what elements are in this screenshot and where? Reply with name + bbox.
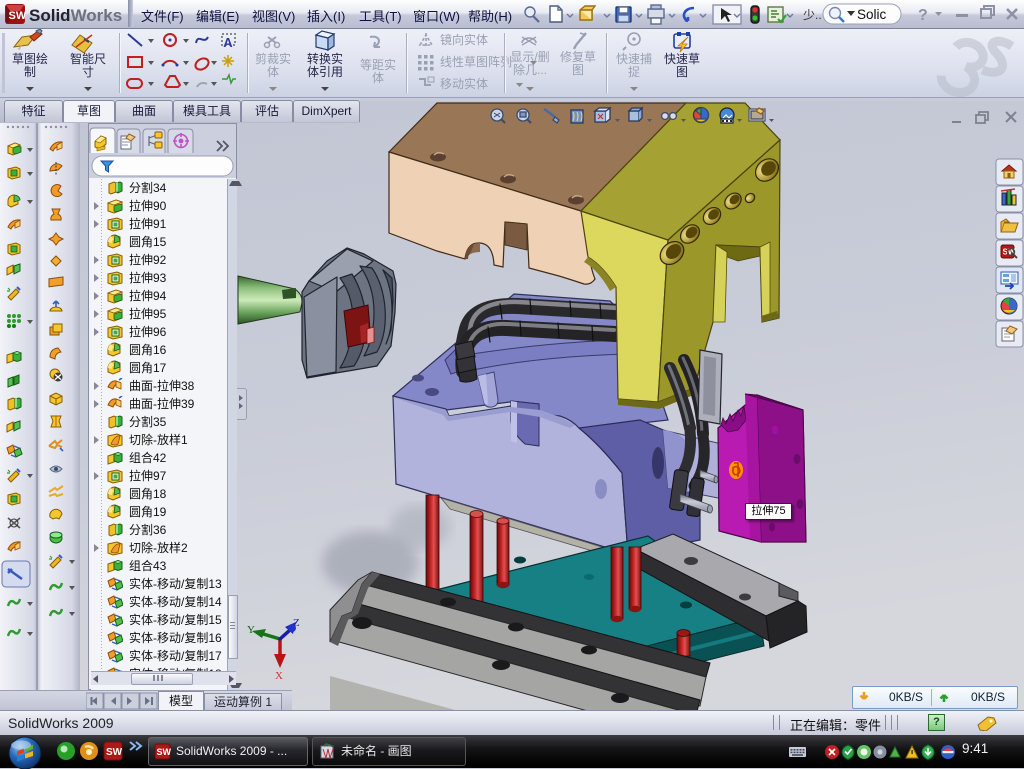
svg-text:图: 图 bbox=[676, 65, 688, 79]
svg-text:捉: 捉 bbox=[628, 64, 640, 79]
svg-text:寸: 寸 bbox=[82, 65, 94, 79]
svg-text:显示/删: 显示/删 bbox=[510, 50, 549, 64]
svg-text:少..: 少.. bbox=[803, 8, 822, 22]
svg-text:线性草图阵列: 线性草图阵列 bbox=[440, 55, 512, 69]
svg-text:SolidWorks: SolidWorks bbox=[29, 6, 122, 25]
svg-text:X: X bbox=[275, 670, 283, 682]
svg-text:SW: SW bbox=[106, 747, 123, 758]
svg-text:Solic: Solic bbox=[857, 7, 887, 22]
svg-text:转换实: 转换实 bbox=[307, 51, 343, 66]
svg-text:SW: SW bbox=[9, 10, 27, 22]
svg-text:快速捕: 快速捕 bbox=[616, 51, 652, 66]
svg-text:草图绘: 草图绘 bbox=[12, 51, 48, 66]
svg-text:体引用: 体引用 bbox=[307, 65, 343, 79]
svg-text:除几...: 除几... bbox=[513, 62, 547, 77]
svg-text:体: 体 bbox=[267, 65, 279, 79]
svg-text:体: 体 bbox=[372, 71, 384, 85]
svg-text:智能尺: 智能尺 bbox=[70, 51, 106, 66]
svg-text:Y: Y bbox=[247, 624, 255, 636]
svg-text:修复草: 修复草 bbox=[560, 49, 596, 64]
svg-text:剪裁实: 剪裁实 bbox=[255, 51, 291, 66]
svg-text:图: 图 bbox=[572, 63, 584, 77]
svg-text:A: A bbox=[223, 35, 233, 50]
svg-text:制: 制 bbox=[24, 65, 36, 79]
svg-text:?: ? bbox=[918, 7, 928, 24]
svg-text:镜向实体: 镜向实体 bbox=[440, 32, 488, 47]
svg-text:SW: SW bbox=[157, 747, 172, 757]
svg-text:Z: Z bbox=[293, 617, 300, 629]
svg-text:快速草: 快速草 bbox=[664, 52, 700, 66]
svg-text:等距实: 等距实 bbox=[360, 57, 396, 72]
svg-text:移动实体: 移动实体 bbox=[440, 76, 488, 91]
